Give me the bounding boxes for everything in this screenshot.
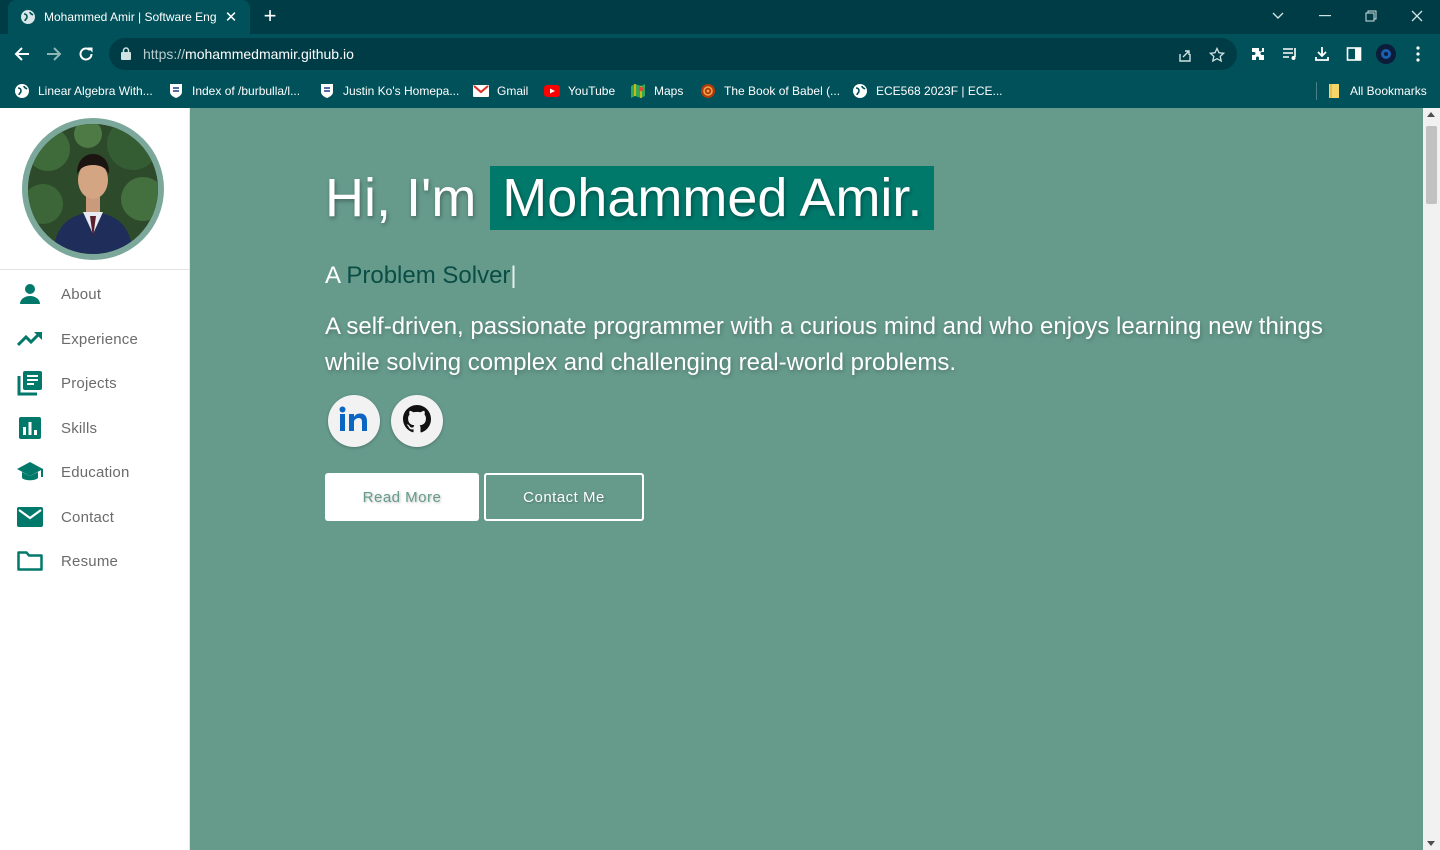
- graduation-cap-icon: [15, 457, 45, 487]
- read-more-button[interactable]: Read More: [325, 473, 479, 521]
- share-icon[interactable]: [1176, 46, 1194, 64]
- bookmark-folder-icon: [1326, 83, 1342, 99]
- bookmark-label: Gmail: [497, 84, 529, 98]
- bookmark-label: The Book of Babel (...: [724, 84, 841, 98]
- download-icon[interactable]: [1312, 44, 1332, 64]
- sidebar-item-experience[interactable]: Experience: [0, 319, 190, 359]
- bookmark-item[interactable]: ECE568 2023F | ECE...: [852, 82, 1003, 100]
- mail-icon: [15, 502, 45, 532]
- browser-tab[interactable]: Mohammed Amir | Software Engineer ✕: [8, 0, 250, 34]
- window-close-icon[interactable]: [1394, 4, 1440, 28]
- bookmark-label: Linear Algebra With...: [38, 84, 153, 98]
- all-bookmarks-label: All Bookmarks: [1350, 84, 1427, 98]
- bookmark-label: YouTube: [568, 84, 616, 98]
- bookmarks-bar: Linear Algebra With... Index of /burbull…: [0, 74, 1440, 108]
- sidebar-item-contact[interactable]: Contact: [0, 497, 190, 537]
- greeting-text: Hi, I'm: [325, 168, 477, 228]
- hero-heading: Hi, I'm Mohammed Amir.: [325, 166, 935, 230]
- bookmark-item[interactable]: Justin Ko's Homepa...: [319, 82, 459, 100]
- library-books-icon: [15, 368, 45, 398]
- star-icon[interactable]: [1208, 46, 1226, 64]
- menu-kebab-icon[interactable]: [1408, 44, 1428, 64]
- forward-arrow-icon[interactable]: [42, 42, 66, 66]
- scrollbar[interactable]: [1423, 108, 1440, 850]
- scroll-up-arrow-icon[interactable]: [1427, 112, 1435, 117]
- profile-avatar-icon[interactable]: [1376, 44, 1396, 64]
- github-icon: [403, 404, 432, 438]
- bookmark-label: ECE568 2023F | ECE...: [876, 84, 1003, 98]
- sidebar-item-about[interactable]: About: [0, 274, 190, 314]
- bookmark-item[interactable]: Linear Algebra With...: [14, 82, 153, 100]
- name-highlight: Mohammed Amir.: [490, 166, 935, 230]
- typing-caret: |: [510, 262, 517, 289]
- babel-icon: [700, 83, 716, 99]
- globe-icon: [14, 83, 30, 99]
- bookmark-item[interactable]: Maps: [630, 82, 683, 100]
- scrollbar-thumb[interactable]: [1426, 126, 1437, 204]
- sidebar-item-resume[interactable]: Resume: [0, 541, 190, 581]
- bookmark-label: Index of /burbulla/l...: [192, 84, 301, 98]
- sidebar-item-label: Experience: [61, 330, 139, 348]
- bookmarks-divider: [1316, 82, 1317, 100]
- close-icon[interactable]: ✕: [222, 8, 240, 26]
- bookmark-label: Maps: [654, 84, 684, 98]
- youtube-icon: [544, 83, 560, 99]
- sidebar-item-label: Contact: [61, 508, 115, 526]
- url-text: https://mohammedmamir.github.io: [143, 46, 354, 62]
- tagline-role: Problem Solver: [346, 262, 511, 289]
- sidebar-item-skills[interactable]: Skills: [0, 408, 190, 448]
- tab-strip: Mohammed Amir | Software Engineer ✕ +: [0, 0, 1440, 34]
- person-icon: [15, 279, 45, 309]
- sidebar-item-label: Projects: [61, 374, 117, 392]
- scroll-down-arrow-icon[interactable]: [1427, 841, 1435, 846]
- all-bookmarks-button[interactable]: All Bookmarks: [1326, 82, 1427, 100]
- restore-icon[interactable]: [1348, 4, 1394, 28]
- tab-title: Mohammed Amir | Software Engineer: [44, 10, 216, 24]
- linkedin-icon: [339, 406, 369, 437]
- globe-icon: [852, 83, 868, 99]
- sidebar-item-education[interactable]: Education: [0, 452, 190, 492]
- sidebar-item-projects[interactable]: Projects: [0, 363, 190, 403]
- sidebar-item-label: Resume: [61, 552, 119, 570]
- new-tab-button[interactable]: +: [258, 5, 282, 29]
- extensions-icon[interactable]: [1248, 44, 1268, 64]
- profile-photo-frame: [22, 118, 164, 260]
- minimize-icon[interactable]: [1302, 4, 1348, 28]
- tab-search-icon[interactable]: [1255, 4, 1301, 28]
- avatar: [28, 124, 158, 254]
- sidebar: About Experience Projects Skills Educati…: [0, 108, 190, 850]
- media-control-icon[interactable]: [1280, 44, 1300, 64]
- crest-icon: [168, 83, 184, 99]
- bio-text: A self-driven, passionate programmer wit…: [325, 313, 1323, 376]
- crest-icon: [319, 83, 335, 99]
- github-button[interactable]: [391, 395, 443, 447]
- browser-toolbar: https://mohammedmamir.github.io: [0, 34, 1440, 74]
- folder-icon: [15, 546, 45, 576]
- bookmark-item[interactable]: Index of /burbulla/l...: [168, 82, 300, 100]
- hero-section: Hi, I'm Mohammed Amir. A Problem Solver|…: [190, 108, 1423, 850]
- back-arrow-icon[interactable]: [10, 42, 34, 66]
- trending-up-icon: [15, 324, 45, 354]
- bookmark-item[interactable]: Gmail: [473, 82, 528, 100]
- contact-me-button[interactable]: Contact Me: [484, 473, 644, 521]
- sidebar-divider: [0, 269, 190, 270]
- sidebar-item-label: Skills: [61, 419, 98, 437]
- bookmark-item[interactable]: The Book of Babel (...: [700, 82, 840, 100]
- globe-icon: [20, 9, 36, 25]
- lock-icon[interactable]: [121, 47, 131, 65]
- typed-tagline: A Problem Solver|: [325, 262, 517, 290]
- gmail-icon: [473, 83, 489, 99]
- tagline-prefix: A: [325, 262, 340, 289]
- linkedin-button[interactable]: [328, 395, 380, 447]
- bookmark-item[interactable]: YouTube: [544, 82, 615, 100]
- sidebar-item-label: About: [61, 285, 102, 303]
- side-panel-icon[interactable]: [1344, 44, 1364, 64]
- sidebar-item-label: Education: [61, 463, 130, 481]
- bookmark-label: Justin Ko's Homepa...: [343, 84, 460, 98]
- bar-chart-icon: [15, 413, 45, 443]
- reload-icon[interactable]: [74, 42, 98, 66]
- address-bar[interactable]: https://mohammedmamir.github.io: [109, 38, 1237, 70]
- maps-icon: [630, 83, 646, 99]
